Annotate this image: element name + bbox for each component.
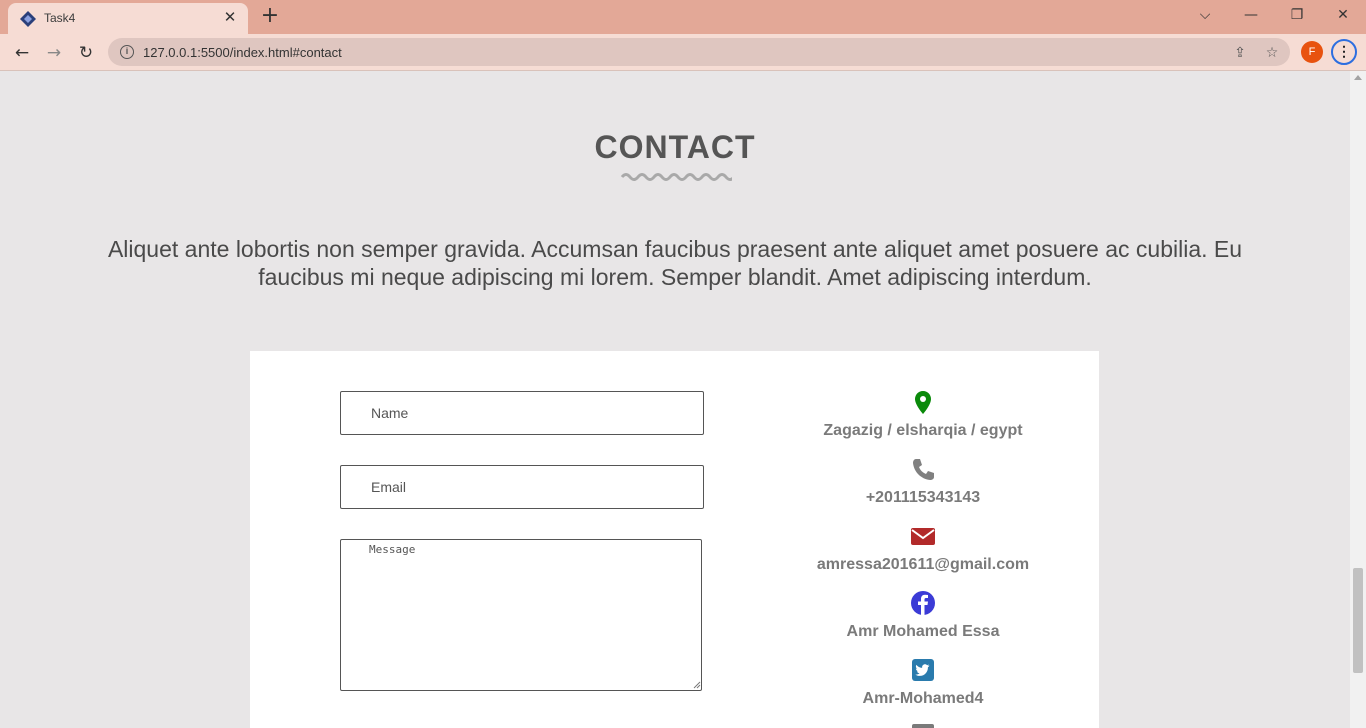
- facebook-text[interactable]: Amr Mohamed Essa: [790, 623, 1056, 641]
- email-input[interactable]: [340, 465, 704, 509]
- envelope-icon: [911, 528, 935, 545]
- profile-avatar[interactable]: F: [1301, 41, 1323, 63]
- phone-icon: [913, 459, 934, 480]
- new-tab-button[interactable]: +: [258, 4, 282, 28]
- message-textarea[interactable]: [340, 539, 702, 691]
- next-social-icon[interactable]: [912, 724, 934, 728]
- contact-title: CONTACT: [594, 129, 756, 165]
- close-window-button[interactable]: ✕: [1320, 0, 1366, 30]
- scroll-up-arrow-icon[interactable]: [1354, 75, 1362, 80]
- browser-titlebar: Task4 ✕ + ⌵ — ❐ ✕: [0, 0, 1366, 34]
- tab-title: Task4: [44, 11, 76, 25]
- tab-search-button[interactable]: ⌵: [1182, 0, 1228, 30]
- email-text: amressa201611@gmail.com: [816, 556, 1030, 573]
- email-item: amressa201611@gmail.com: [790, 523, 1056, 574]
- reload-button[interactable]: ↻: [73, 40, 99, 66]
- tab-close-icon[interactable]: ✕: [220, 8, 240, 28]
- bookmark-star-icon[interactable]: ☆: [1262, 43, 1282, 63]
- location-item: Zagazig / elsharqia / egypt: [790, 389, 1056, 440]
- resize-grip-icon[interactable]: [693, 681, 701, 689]
- site-info-icon[interactable]: i: [120, 45, 134, 59]
- contact-card: Zagazig / elsharqia / egypt +20111534314…: [250, 351, 1099, 728]
- browser-tab[interactable]: Task4 ✕: [8, 3, 248, 34]
- twitter-item: Amr-Mohamed4: [790, 657, 1056, 708]
- browser-menu-button[interactable]: ⋮: [1331, 39, 1357, 65]
- scroll-thumb[interactable]: [1353, 568, 1363, 673]
- share-icon[interactable]: ⇪: [1230, 43, 1250, 63]
- facebook-item: Amr Mohamed Essa: [790, 590, 1056, 641]
- minimize-button[interactable]: —: [1228, 0, 1274, 30]
- title-squiggle-decoration: [620, 173, 732, 181]
- phone-item: +201115343143: [790, 456, 1056, 507]
- phone-text: +201115343143: [865, 489, 981, 506]
- twitter-icon[interactable]: [910, 657, 936, 683]
- page-viewport: CONTACT Aliquet ante lobortis non semper…: [0, 71, 1350, 728]
- forward-button[interactable]: →: [41, 40, 67, 66]
- address-bar[interactable]: i 127.0.0.1:5500/index.html#contact ⇪ ☆: [108, 38, 1290, 66]
- page-scrollbar[interactable]: [1350, 71, 1366, 728]
- facebook-icon[interactable]: [910, 590, 936, 616]
- twitter-text[interactable]: Amr-Mohamed4: [790, 690, 1056, 708]
- location-pin-icon: [915, 391, 931, 414]
- browser-toolbar: ← → ↻ i 127.0.0.1:5500/index.html#contac…: [0, 34, 1366, 71]
- vscode-live-server-icon: [20, 11, 36, 27]
- contact-intro-text: Aliquet ante lobortis non semper gravida…: [107, 236, 1243, 290]
- name-input[interactable]: [340, 391, 704, 435]
- location-text: Zagazig / elsharqia / egypt: [823, 422, 1023, 439]
- back-button[interactable]: ←: [9, 40, 35, 66]
- url-text[interactable]: 127.0.0.1:5500/index.html#contact: [143, 45, 342, 60]
- restore-button[interactable]: ❐: [1274, 0, 1320, 30]
